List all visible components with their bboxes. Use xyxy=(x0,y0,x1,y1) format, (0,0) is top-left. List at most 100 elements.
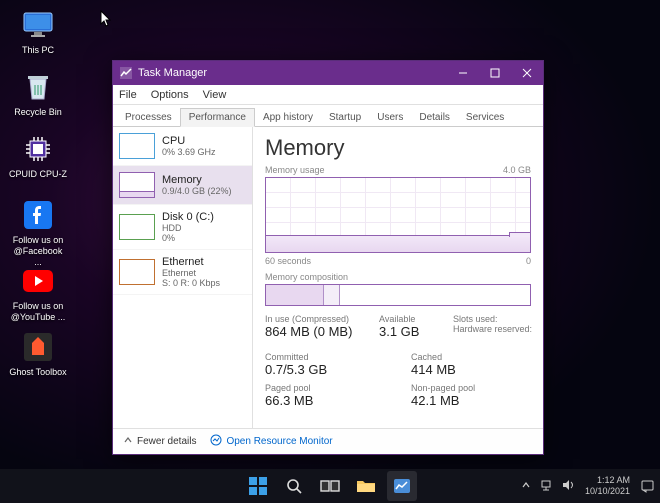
menu-file[interactable]: File xyxy=(119,89,137,101)
sidebar-sub: HDD xyxy=(162,223,214,233)
sidebar-sub2: S: 0 R: 0 Kbps xyxy=(162,278,220,288)
tab-users[interactable]: Users xyxy=(369,109,411,126)
axis-right: 0 xyxy=(526,256,531,266)
cpu-icon xyxy=(21,132,55,166)
taskbar: 1:12 AM 10/10/2021 xyxy=(0,469,660,503)
performance-sidebar: CPU 0% 3.69 GHz Memory 0.9/4.0 GB (22%) … xyxy=(113,127,253,428)
recycle-bin-icon xyxy=(21,70,55,104)
desktop-icon-label: CPUID CPU-Z xyxy=(9,169,67,180)
sidebar-sub2: 0% xyxy=(162,233,214,243)
tab-app-history[interactable]: App history xyxy=(255,109,321,126)
sidebar-label: Disk 0 (C:) xyxy=(162,211,214,223)
titlebar[interactable]: Task Manager xyxy=(113,61,543,85)
desktop-icon-youtube[interactable]: Follow us on @YouTube ... xyxy=(8,264,68,323)
chevron-up-icon xyxy=(123,435,133,448)
sidebar-item-ethernet[interactable]: Ethernet Ethernet S: 0 R: 0 Kbps xyxy=(113,250,252,295)
stat-value: 414 MB xyxy=(411,362,531,377)
stat-value: 0.7/5.3 GB xyxy=(265,362,383,377)
stat-label: Committed xyxy=(265,352,383,362)
clock-time: 1:12 AM xyxy=(585,475,630,486)
stat-label: Paged pool xyxy=(265,383,383,393)
memory-composition-chart xyxy=(265,284,531,306)
file-explorer-button[interactable] xyxy=(351,471,381,501)
sidebar-sub: 0% 3.69 GHz xyxy=(162,147,216,157)
desktop-icon-recycle-bin[interactable]: Recycle Bin xyxy=(8,70,68,118)
youtube-icon xyxy=(21,264,55,298)
tab-performance[interactable]: Performance xyxy=(180,108,255,127)
resource-monitor-icon xyxy=(210,434,222,449)
open-resource-monitor-link[interactable]: Open Resource Monitor xyxy=(210,434,332,449)
tab-processes[interactable]: Processes xyxy=(117,109,180,126)
sidebar-sub: 0.9/4.0 GB (22%) xyxy=(162,186,232,196)
desktop-icon-ghost-toolbox[interactable]: Ghost Toolbox xyxy=(8,330,68,378)
fewer-details-button[interactable]: Fewer details xyxy=(123,435,196,448)
system-tray: 1:12 AM 10/10/2021 xyxy=(521,475,654,497)
fewer-details-label: Fewer details xyxy=(137,436,196,447)
sidebar-label: Memory xyxy=(162,174,232,186)
window-title: Task Manager xyxy=(138,67,447,79)
stat-value: 3.1 GB xyxy=(379,324,449,344)
desktop-icon-this-pc[interactable]: This PC xyxy=(8,8,68,56)
sidebar-label: Ethernet xyxy=(162,256,220,268)
tab-startup[interactable]: Startup xyxy=(321,109,369,126)
stat-value: 66.3 MB xyxy=(265,393,383,408)
volume-icon[interactable] xyxy=(561,479,575,493)
desktop-icon-cpuz[interactable]: CPUID CPU-Z xyxy=(8,132,68,180)
task-view-button[interactable] xyxy=(315,471,345,501)
desktop-icon-label: Follow us on @Facebook ... xyxy=(9,235,67,267)
tray-chevron-icon[interactable] xyxy=(521,480,531,492)
detail-pane: Memory Memory usage 4.0 GB 60 seconds 0 … xyxy=(253,127,543,428)
ethernet-thumb-icon xyxy=(119,259,155,285)
facebook-icon xyxy=(21,198,55,232)
composition-label: Memory composition xyxy=(265,272,531,282)
open-resource-monitor-label: Open Resource Monitor xyxy=(226,436,332,447)
toolbox-icon xyxy=(21,330,55,364)
sidebar-sub: Ethernet xyxy=(162,268,220,278)
usage-max: 4.0 GB xyxy=(503,165,531,175)
sidebar-item-disk[interactable]: Disk 0 (C:) HDD 0% xyxy=(113,205,252,250)
detail-heading: Memory xyxy=(265,135,531,161)
desktop-icon-label: Follow us on @YouTube ... xyxy=(9,301,67,323)
stat-label: Available xyxy=(379,314,449,324)
desktop-icon-label: Ghost Toolbox xyxy=(9,367,66,378)
task-manager-taskbar-button[interactable] xyxy=(387,471,417,501)
disk-thumb-icon xyxy=(119,214,155,240)
maximize-button[interactable] xyxy=(479,61,511,85)
minimize-button[interactable] xyxy=(447,61,479,85)
search-button[interactable] xyxy=(279,471,309,501)
network-icon[interactable] xyxy=(539,479,553,493)
stat-label: Cached xyxy=(411,352,531,362)
stat-value: 42.1 MB xyxy=(411,393,531,408)
monitor-icon xyxy=(21,8,55,42)
cpu-thumb-icon xyxy=(119,133,155,159)
menu-view[interactable]: View xyxy=(203,89,227,101)
memory-usage-chart xyxy=(265,177,531,253)
desktop-icon-label: This PC xyxy=(22,45,54,56)
stat-label: In use (Compressed) xyxy=(265,314,375,324)
tab-bar: Processes Performance App history Startu… xyxy=(113,105,543,127)
axis-left: 60 seconds xyxy=(265,256,311,266)
desktop-icon-label: Recycle Bin xyxy=(14,107,62,118)
window-footer: Fewer details Open Resource Monitor xyxy=(113,428,543,454)
sidebar-item-memory[interactable]: Memory 0.9/4.0 GB (22%) xyxy=(113,166,252,205)
stat-label: Slots used: xyxy=(453,314,543,324)
start-button[interactable] xyxy=(243,471,273,501)
menubar: File Options View xyxy=(113,85,543,105)
tab-services[interactable]: Services xyxy=(458,109,512,126)
tab-details[interactable]: Details xyxy=(411,109,458,126)
menu-options[interactable]: Options xyxy=(151,89,189,101)
task-manager-icon xyxy=(119,66,133,80)
stat-label: Hardware reserved: xyxy=(453,324,543,344)
notifications-button[interactable] xyxy=(640,479,654,493)
task-manager-window: Task Manager File Options View Processes… xyxy=(112,60,544,455)
sidebar-label: CPU xyxy=(162,135,216,147)
stat-label: Non-paged pool xyxy=(411,383,531,393)
sidebar-item-cpu[interactable]: CPU 0% 3.69 GHz xyxy=(113,127,252,166)
stat-value: 864 MB (0 MB) xyxy=(265,324,375,344)
taskbar-clock[interactable]: 1:12 AM 10/10/2021 xyxy=(585,475,630,497)
desktop-icon-facebook[interactable]: Follow us on @Facebook ... xyxy=(8,198,68,267)
close-button[interactable] xyxy=(511,61,543,85)
usage-label: Memory usage xyxy=(265,165,325,175)
clock-date: 10/10/2021 xyxy=(585,486,630,497)
memory-thumb-icon xyxy=(119,172,155,198)
